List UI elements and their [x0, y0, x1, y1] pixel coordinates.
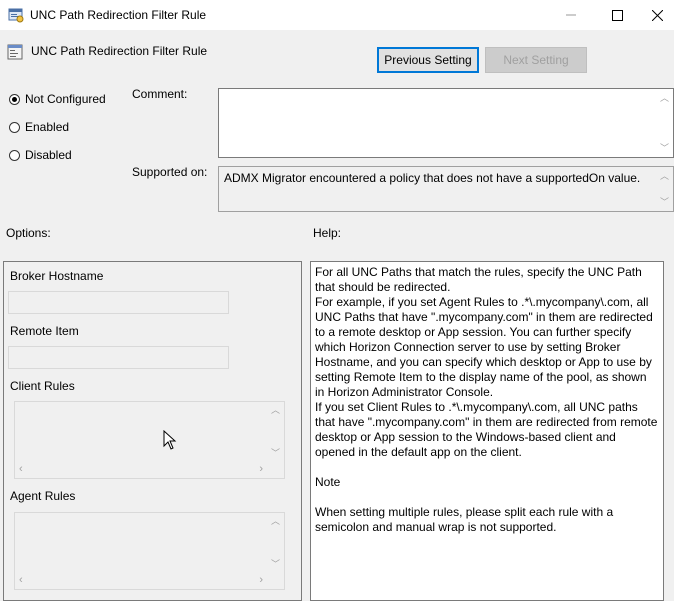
previous-setting-button[interactable]: Previous Setting — [377, 47, 479, 73]
remote-item-label: Remote Item — [10, 324, 79, 338]
comment-value — [219, 89, 673, 97]
options-panel: Broker Hostname Remote Item Client Rules… — [3, 261, 302, 601]
supported-on-box: ADMX Migrator encountered a policy that … — [218, 166, 674, 212]
broker-hostname-label: Broker Hostname — [10, 269, 104, 283]
supported-on-value: ADMX Migrator encountered a policy that … — [224, 171, 641, 185]
scroll-right-icon[interactable]: › — [259, 463, 263, 475]
minimize-icon — [566, 14, 576, 16]
help-paragraph — [315, 460, 659, 475]
radio-not-configured[interactable]: Not Configured — [9, 92, 106, 106]
scroll-down-icon[interactable]: ﹀ — [656, 197, 673, 207]
help-label: Help: — [313, 226, 342, 240]
radio-disabled[interactable]: Disabled — [9, 148, 72, 162]
remote-item-input[interactable] — [8, 346, 229, 369]
scroll-up-icon[interactable]: ︿ — [656, 93, 673, 103]
client-rules-hscroll[interactable]: ‹ › — [15, 461, 267, 478]
radio-not-configured-label: Not Configured — [25, 92, 106, 106]
radio-disabled-circle[interactable] — [9, 149, 20, 161]
help-paragraph: For example, if you set Agent Rules to .… — [315, 295, 657, 399]
radio-enabled-circle[interactable] — [9, 121, 20, 133]
scroll-down-icon[interactable]: ﹀ — [267, 559, 284, 569]
policy-app-icon — [8, 8, 24, 23]
next-setting-button[interactable]: Next Setting — [485, 47, 587, 73]
help-paragraph: When setting multiple rules, please spli… — [315, 505, 617, 534]
scroll-left-icon[interactable]: ‹ — [19, 463, 23, 475]
supported-on-label: Supported on: — [132, 165, 208, 179]
comment-scrollbar[interactable]: ︿ ﹀ — [656, 89, 673, 157]
client-rules-vscroll[interactable]: ︿ ﹀ — [267, 402, 284, 461]
agent-rules-hscroll[interactable]: ‹ › — [15, 572, 267, 589]
help-paragraph: If you set Client Rules to .*\.mycompany… — [315, 400, 661, 459]
radio-enabled-label: Enabled — [25, 120, 70, 134]
maximize-button[interactable] — [594, 0, 640, 30]
mouse-cursor-icon — [163, 430, 177, 450]
help-paragraph: Note — [315, 475, 341, 489]
radio-disabled-label: Disabled — [25, 148, 72, 162]
radio-not-configured-circle[interactable] — [9, 93, 20, 105]
minimize-button[interactable] — [548, 0, 594, 30]
agent-rules-label: Agent Rules — [10, 489, 76, 503]
next-setting-label: Next Setting — [503, 53, 569, 67]
client-rules-textarea[interactable]: ︿ ﹀ ‹ › — [14, 401, 285, 479]
scroll-down-icon[interactable]: ﹀ — [267, 448, 284, 458]
close-button[interactable] — [640, 0, 674, 30]
scroll-left-icon[interactable]: ‹ — [19, 574, 23, 586]
title-bar: UNC Path Redirection Filter Rule — [0, 0, 674, 30]
radio-enabled[interactable]: Enabled — [9, 120, 69, 134]
help-panel: For all UNC Paths that match the rules, … — [310, 261, 664, 601]
previous-setting-label: Previous Setting — [384, 53, 472, 67]
supported-scrollbar[interactable]: ︿ ﹀ — [656, 167, 673, 211]
comment-label: Comment: — [132, 87, 188, 101]
client-rules-label: Client Rules — [10, 379, 75, 393]
scroll-up-icon[interactable]: ︿ — [267, 405, 284, 415]
close-icon — [651, 9, 663, 21]
comment-textarea[interactable]: ︿ ﹀ — [218, 88, 674, 158]
agent-rules-vscroll[interactable]: ︿ ﹀ — [267, 513, 284, 572]
help-content: For all UNC Paths that match the rules, … — [311, 262, 663, 535]
scroll-right-icon[interactable]: › — [259, 574, 263, 586]
scroll-down-icon[interactable]: ﹀ — [656, 143, 673, 153]
setting-title: UNC Path Redirection Filter Rule — [31, 44, 208, 58]
maximize-icon — [611, 9, 623, 21]
scroll-up-icon[interactable]: ︿ — [267, 516, 284, 526]
help-paragraph: For all UNC Paths that match the rules, … — [315, 265, 646, 294]
setting-icon — [7, 44, 23, 60]
window-title: UNC Path Redirection Filter Rule — [30, 8, 207, 22]
scroll-up-icon[interactable]: ︿ — [656, 171, 673, 181]
options-label: Options: — [6, 226, 51, 240]
agent-rules-textarea[interactable]: ︿ ﹀ ‹ › — [14, 512, 285, 590]
help-paragraph — [315, 490, 659, 505]
broker-hostname-input[interactable] — [8, 291, 229, 314]
